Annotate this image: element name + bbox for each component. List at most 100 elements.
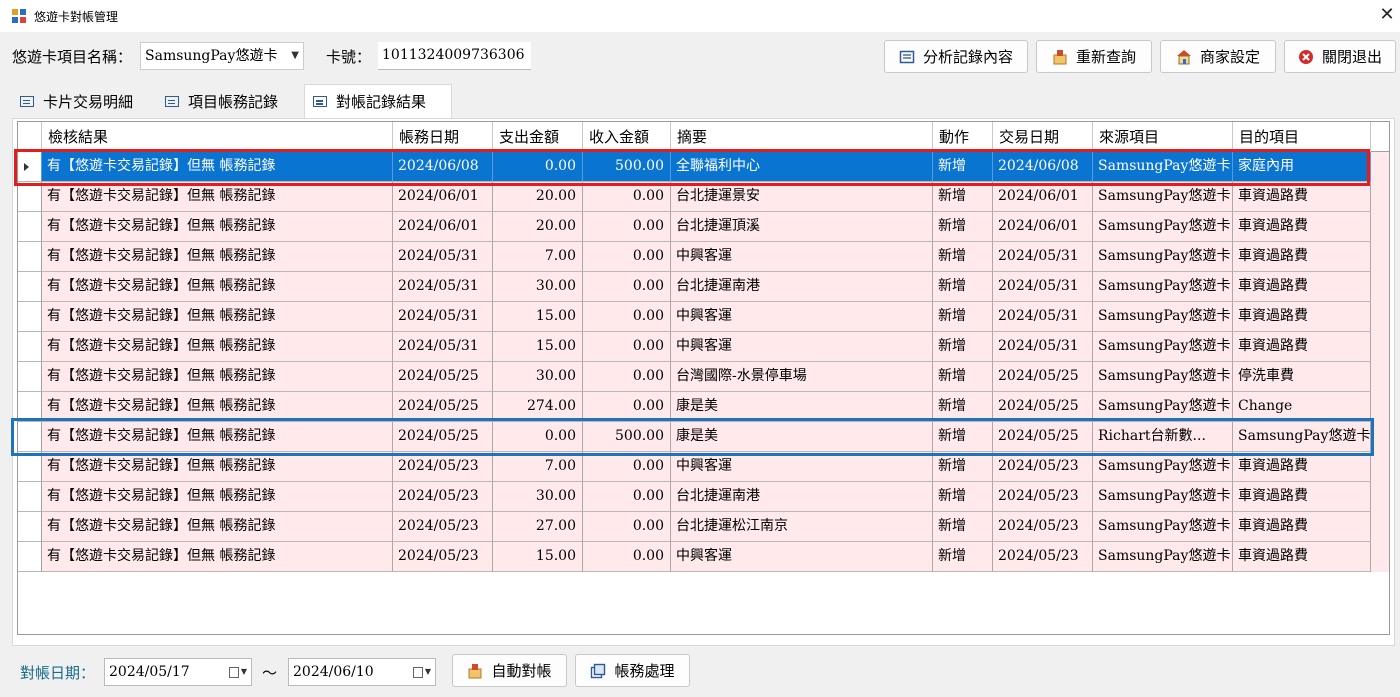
- table-cell[interactable]: 有【悠遊卡交易記錄】但無 帳務記錄: [42, 482, 393, 512]
- row-header[interactable]: [18, 392, 42, 422]
- table-cell[interactable]: 新增: [933, 212, 993, 242]
- table-row[interactable]: 有【悠遊卡交易記錄】但無 帳務記錄 2024/05/23 27.00 0.00 台北捷運…: [18, 512, 1389, 542]
- table-cell[interactable]: 0.00: [583, 482, 671, 512]
- row-header[interactable]: [18, 482, 42, 512]
- table-cell[interactable]: 2024/06/01: [393, 212, 493, 242]
- table-cell[interactable]: 7.00: [493, 452, 583, 482]
- tab-card-transactions[interactable]: 卡片交易明細: [12, 84, 157, 118]
- row-header[interactable]: [18, 212, 42, 242]
- auto-reconcile-button[interactable]: 自動對帳: [452, 654, 567, 687]
- table-cell[interactable]: 新增: [933, 512, 993, 542]
- table-cell[interactable]: 新增: [933, 452, 993, 482]
- table-cell[interactable]: 新增: [933, 182, 993, 212]
- table-cell[interactable]: 2024/05/25: [393, 422, 493, 452]
- table-cell[interactable]: 有【悠遊卡交易記錄】但無 帳務記錄: [42, 152, 393, 182]
- table-row[interactable]: 有【悠遊卡交易記錄】但無 帳務記錄 2024/05/31 15.00 0.00 中興客運…: [18, 332, 1389, 362]
- merchant-settings-button[interactable]: 商家設定: [1160, 40, 1276, 73]
- row-header[interactable]: [18, 452, 42, 482]
- table-row[interactable]: 有【悠遊卡交易記錄】但無 帳務記錄 2024/05/31 7.00 0.00 中興客運新…: [18, 242, 1389, 272]
- table-row[interactable]: 有【悠遊卡交易記錄】但無 帳務記錄 2024/05/31 15.00 0.00 中興客運…: [18, 302, 1389, 332]
- table-cell[interactable]: 15.00: [493, 542, 583, 572]
- table-cell[interactable]: 2024/05/31: [393, 332, 493, 362]
- table-cell[interactable]: 0.00: [583, 512, 671, 542]
- table-row[interactable]: 有【悠遊卡交易記錄】但無 帳務記錄 2024/05/25 30.00 0.00 台灣國際…: [18, 362, 1389, 392]
- table-cell[interactable]: 0.00: [493, 422, 583, 452]
- table-cell[interactable]: Richart台新數...: [1093, 422, 1233, 452]
- column-header[interactable]: 帳務日期: [393, 122, 493, 152]
- table-cell[interactable]: 台北捷運頂溪: [671, 212, 933, 242]
- table-cell[interactable]: 有【悠遊卡交易記錄】但無 帳務記錄: [42, 302, 393, 332]
- table-cell[interactable]: 新增: [933, 272, 993, 302]
- table-cell[interactable]: 2024/05/31: [393, 272, 493, 302]
- table-cell[interactable]: 新增: [933, 152, 993, 182]
- table-cell[interactable]: 有【悠遊卡交易記錄】但無 帳務記錄: [42, 212, 393, 242]
- table-cell[interactable]: 0.00: [583, 272, 671, 302]
- table-cell[interactable]: 0.00: [583, 362, 671, 392]
- table-row[interactable]: 有【悠遊卡交易記錄】但無 帳務記錄 2024/05/23 30.00 0.00 台北捷運…: [18, 482, 1389, 512]
- table-cell[interactable]: SamsungPay悠遊卡: [1093, 152, 1233, 182]
- table-cell[interactable]: SamsungPay悠遊卡: [1093, 482, 1233, 512]
- table-cell[interactable]: 2024/05/23: [393, 512, 493, 542]
- column-header[interactable]: 收入金額: [583, 122, 671, 152]
- table-cell[interactable]: 30.00: [493, 482, 583, 512]
- close-exit-button[interactable]: 關閉退出: [1284, 40, 1396, 73]
- date-to-picker[interactable]: 2024/06/10 ▼: [288, 658, 436, 686]
- table-cell[interactable]: 車資過路費: [1233, 512, 1371, 542]
- table-cell[interactable]: 0.00: [583, 332, 671, 362]
- table-cell[interactable]: 0.00: [583, 302, 671, 332]
- table-cell[interactable]: 家庭內用: [1233, 152, 1371, 182]
- table-row[interactable]: 有【悠遊卡交易記錄】但無 帳務記錄 2024/06/08 0.00 500.00 全聯福…: [18, 152, 1389, 182]
- table-cell[interactable]: SamsungPay悠遊卡: [1093, 212, 1233, 242]
- table-cell[interactable]: 台北捷運南港: [671, 482, 933, 512]
- table-cell[interactable]: 全聯福利中心: [671, 152, 933, 182]
- table-cell[interactable]: SamsungPay悠遊卡: [1093, 242, 1233, 272]
- row-header[interactable]: [18, 512, 42, 542]
- table-cell[interactable]: 2024/06/01: [993, 212, 1093, 242]
- date-from-picker[interactable]: 2024/05/17 ▼: [104, 658, 252, 686]
- reconcile-grid[interactable]: 檢核結果 帳務日期 支出金額 收入金額 摘要 動作 交易日期 來源項目 目的項目…: [17, 121, 1390, 635]
- table-cell[interactable]: 15.00: [493, 302, 583, 332]
- table-cell[interactable]: 2024/05/25: [393, 362, 493, 392]
- table-cell[interactable]: 車資過路費: [1233, 452, 1371, 482]
- table-cell[interactable]: 台北捷運松江南京: [671, 512, 933, 542]
- table-cell[interactable]: 新增: [933, 482, 993, 512]
- row-header[interactable]: [18, 362, 42, 392]
- table-cell[interactable]: 2024/05/25: [993, 392, 1093, 422]
- table-cell[interactable]: 2024/05/25: [993, 422, 1093, 452]
- table-cell[interactable]: 新增: [933, 392, 993, 422]
- card-number-field[interactable]: 1011324009736306: [378, 42, 531, 70]
- table-cell[interactable]: 中興客運: [671, 542, 933, 572]
- table-cell[interactable]: 2024/05/25: [993, 362, 1093, 392]
- table-cell[interactable]: 有【悠遊卡交易記錄】但無 帳務記錄: [42, 392, 393, 422]
- table-cell[interactable]: 27.00: [493, 512, 583, 542]
- table-row[interactable]: 有【悠遊卡交易記錄】但無 帳務記錄 2024/05/23 7.00 0.00 中興客運新…: [18, 452, 1389, 482]
- table-cell[interactable]: 20.00: [493, 182, 583, 212]
- table-row[interactable]: 有【悠遊卡交易記錄】但無 帳務記錄 2024/05/31 30.00 0.00 台北捷運…: [18, 272, 1389, 302]
- table-cell[interactable]: 停洗車費: [1233, 362, 1371, 392]
- row-header[interactable]: [18, 242, 42, 272]
- table-cell[interactable]: 2024/05/31: [393, 302, 493, 332]
- table-cell[interactable]: SamsungPay悠遊卡: [1093, 302, 1233, 332]
- column-header[interactable]: 目的項目: [1233, 122, 1371, 152]
- table-cell[interactable]: 車資過路費: [1233, 302, 1371, 332]
- table-cell[interactable]: 中興客運: [671, 452, 933, 482]
- analyze-button[interactable]: 分析記錄內容: [884, 40, 1028, 73]
- table-cell[interactable]: 有【悠遊卡交易記錄】但無 帳務記錄: [42, 242, 393, 272]
- table-cell[interactable]: 有【悠遊卡交易記錄】但無 帳務記錄: [42, 512, 393, 542]
- account-process-button[interactable]: 帳務處理: [575, 654, 690, 687]
- table-cell[interactable]: 7.00: [493, 242, 583, 272]
- tab-reconcile-results[interactable]: 對帳記錄結果: [304, 84, 452, 118]
- table-cell[interactable]: 台北捷運景安: [671, 182, 933, 212]
- row-header[interactable]: [18, 302, 42, 332]
- table-cell[interactable]: 有【悠遊卡交易記錄】但無 帳務記錄: [42, 272, 393, 302]
- table-cell[interactable]: 新增: [933, 422, 993, 452]
- table-cell[interactable]: 500.00: [583, 422, 671, 452]
- table-row[interactable]: 有【悠遊卡交易記錄】但無 帳務記錄 2024/06/01 20.00 0.00 台北捷運…: [18, 182, 1389, 212]
- table-cell[interactable]: 新增: [933, 302, 993, 332]
- table-cell[interactable]: SamsungPay悠遊卡: [1093, 512, 1233, 542]
- table-cell[interactable]: 2024/05/31: [993, 272, 1093, 302]
- table-cell[interactable]: SamsungPay悠遊卡: [1093, 542, 1233, 572]
- table-cell[interactable]: 新增: [933, 242, 993, 272]
- table-cell[interactable]: 0.00: [583, 392, 671, 422]
- table-cell[interactable]: SamsungPay悠遊卡: [1093, 452, 1233, 482]
